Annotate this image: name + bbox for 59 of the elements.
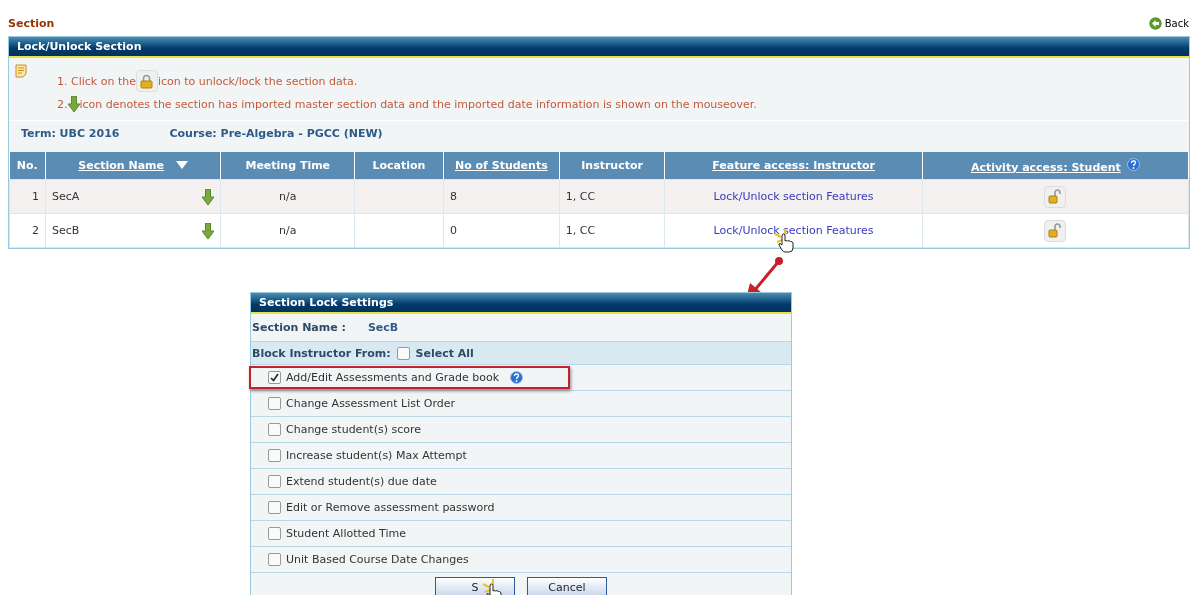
help-icon[interactable] [510,371,524,384]
option-label: Increase student(s) Max Attempt [286,449,467,462]
option-label: Edit or Remove assessment password [286,501,495,514]
open-padlock-icon [1048,189,1063,204]
table-cell: n/a [220,179,355,214]
checkbox[interactable] [268,397,281,410]
cancel-button[interactable]: Cancel [527,577,607,595]
panel-title: Lock/Unlock Section [9,37,1189,58]
sort-down-icon [176,161,189,169]
page-title: Section [8,16,55,30]
table-cell: n/a [220,213,355,248]
option-label: Unit Based Course Date Changes [286,553,469,566]
section-name: SecB [51,224,80,237]
option-label: Change Assessment List Order [286,397,456,410]
dialog-title: Section Lock Settings [251,293,791,314]
section-name-label: Section Name : [252,321,346,334]
course-label: Course: Pre-Algebra - PGCC (NEW) [169,127,383,140]
save-button[interactable]: S [435,577,515,595]
instruction-number: 1. Click on the [57,74,136,88]
select-all-label: Select All [415,346,474,360]
down-arrow-icon [67,96,80,112]
checkbox[interactable] [268,527,281,540]
back-arrow-icon [1148,16,1162,30]
checkbox[interactable] [268,423,281,436]
instruction-text: icon denotes the section has imported master section data and the imported date information is shown on the mouseover. [79,97,757,111]
instruction-number: 2. [57,97,68,111]
section-name: SecA [51,190,80,203]
column-header: Instructor [559,152,665,180]
unlock-button[interactable] [1044,185,1067,208]
option-label: Change student(s) score [286,423,422,436]
help-icon[interactable] [1126,157,1140,171]
option-label: Student Allotted Time [286,527,406,540]
block-label: Block Instructor From: [252,346,391,360]
column-header: No. [9,152,46,180]
table-cell: 1 [9,179,46,214]
table-cell: 1, CC [559,179,665,214]
unlock-button[interactable] [1044,219,1067,242]
option-label: Extend student(s) due date [286,475,437,488]
table-cell: 2 [9,213,46,248]
table-cell: 1, CC [559,213,665,248]
term-label: Term: UBC 2016 [21,127,120,140]
section-name-value: SecB [367,321,399,334]
checkbox[interactable] [268,449,281,462]
checkbox[interactable] [396,346,410,360]
table-cell: 0 [443,213,560,248]
table-cell: 8 [443,179,560,214]
checkbox[interactable] [268,501,281,514]
column-header: Location [354,152,444,180]
instruction-text: icon to unlock/lock the section data. [157,74,358,88]
open-padlock-icon [1048,223,1063,238]
checkbox[interactable] [268,553,281,566]
column-header: Meeting Time [220,152,355,180]
checkbox[interactable] [268,475,281,488]
back-link[interactable]: Back [1148,16,1189,30]
note-icon [15,64,27,78]
checkbox[interactable] [268,371,281,384]
down-arrow-icon [202,188,215,205]
option-label: Add/Edit Assessments and Grade book [286,371,500,384]
down-arrow-icon [202,222,215,239]
